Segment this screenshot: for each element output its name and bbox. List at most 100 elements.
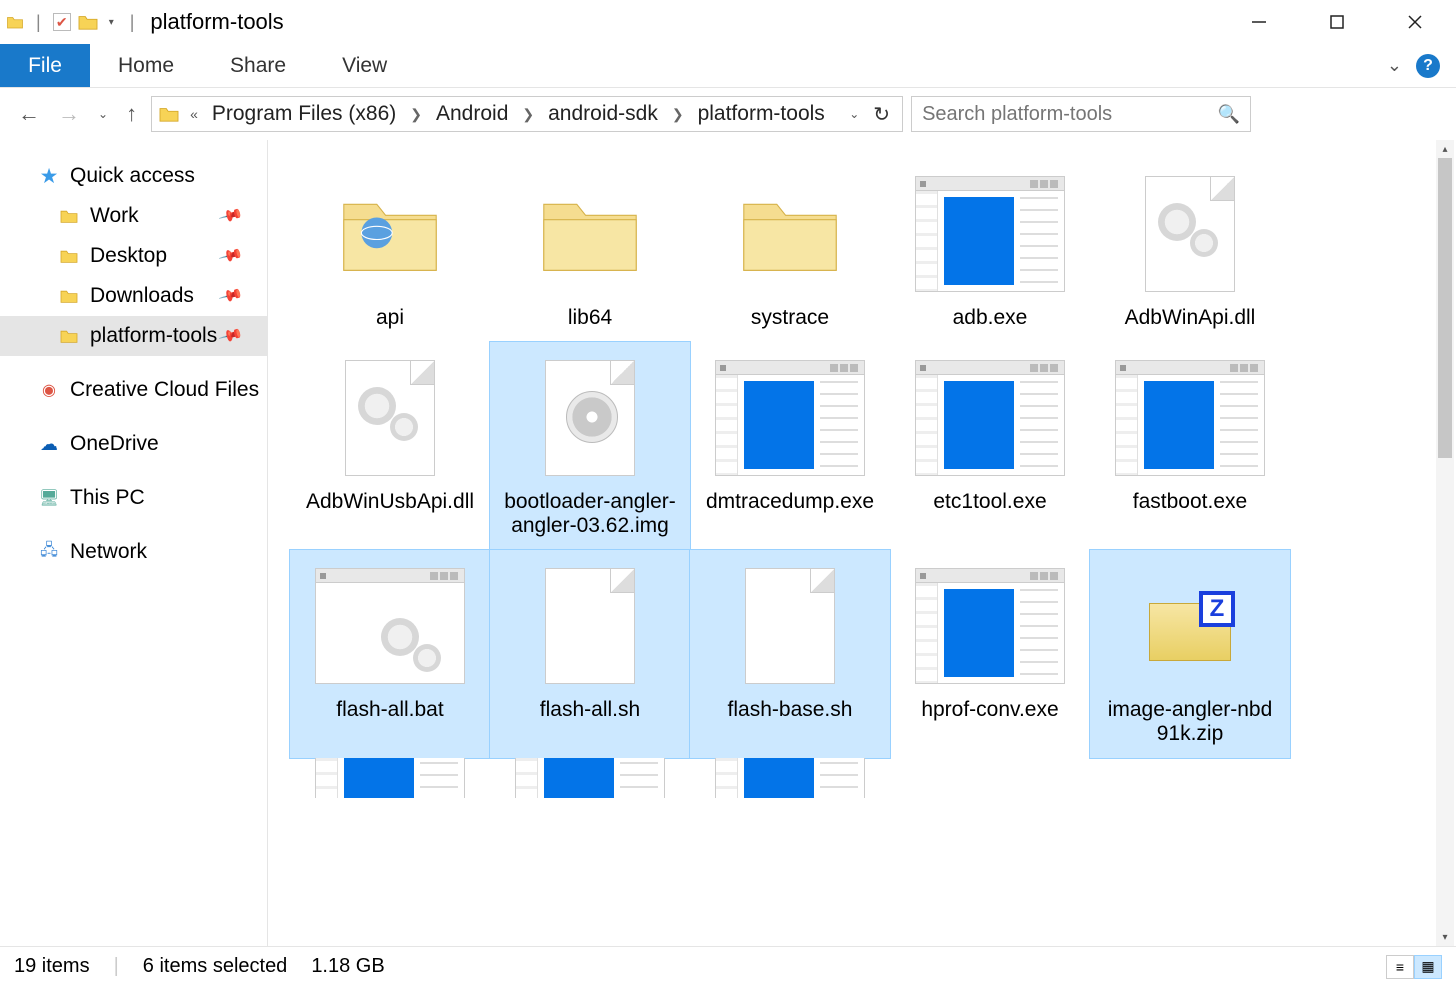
file-icon bbox=[745, 568, 835, 684]
sidebar-item-label: Desktop bbox=[90, 244, 167, 268]
exe-icon bbox=[1115, 360, 1265, 476]
file-item[interactable]: hprof-conv.exe bbox=[890, 550, 1090, 758]
folder-icon bbox=[6, 13, 24, 31]
breadcrumb-segment[interactable]: Program Files (x86) bbox=[208, 102, 400, 126]
ribbon: File Home Share View ⌄ ? bbox=[0, 44, 1456, 88]
chevron-right-icon[interactable]: ❯ bbox=[518, 106, 538, 123]
scrollbar[interactable]: ▴ ▾ bbox=[1436, 140, 1454, 946]
file-tab[interactable]: File bbox=[0, 44, 90, 87]
tab-share[interactable]: Share bbox=[202, 44, 314, 87]
file-item[interactable]: flash-all.sh bbox=[490, 550, 690, 758]
nav-up-button[interactable]: ↑ bbox=[126, 101, 137, 127]
window-controls bbox=[1244, 7, 1450, 37]
qat-properties-icon[interactable]: ✔ bbox=[53, 13, 71, 31]
scroll-thumb[interactable] bbox=[1438, 158, 1452, 458]
chevron-right-icon[interactable]: ❯ bbox=[406, 106, 426, 123]
network-icon: 🖧 bbox=[38, 543, 60, 561]
breadcrumb-overflow[interactable]: « bbox=[186, 106, 202, 122]
quick-access-label: Quick access bbox=[70, 164, 195, 188]
quick-access-header[interactable]: ★ Quick access bbox=[0, 156, 267, 196]
file-icon bbox=[545, 568, 635, 684]
file-label: systrace bbox=[745, 306, 835, 336]
file-item[interactable]: dmtracedump.exe bbox=[690, 342, 890, 550]
dll-icon bbox=[1145, 176, 1235, 292]
folder-icon bbox=[335, 184, 445, 284]
search-icon[interactable]: 🔍 bbox=[1218, 104, 1240, 125]
nav-recent-dropdown[interactable]: ⌄ bbox=[98, 107, 108, 121]
file-item[interactable] bbox=[490, 758, 690, 798]
nav-back-button[interactable]: ← bbox=[18, 101, 40, 127]
breadcrumb-segment[interactable]: platform-tools bbox=[694, 102, 829, 126]
file-label: lib64 bbox=[562, 306, 618, 336]
sidebar-item-onedrive[interactable]: ☁OneDrive bbox=[0, 424, 267, 464]
file-item[interactable]: api bbox=[290, 158, 490, 342]
address-dropdown-icon[interactable]: ⌄ bbox=[849, 107, 859, 121]
pin-icon: 📌 bbox=[217, 282, 244, 309]
status-selected-count: 6 items selected bbox=[143, 955, 288, 978]
qat-dropdown-icon[interactable]: ▾ bbox=[105, 17, 118, 28]
sidebar-item-label: Work bbox=[90, 204, 139, 228]
sidebar-item-label: Downloads bbox=[90, 284, 194, 308]
file-item[interactable]: systrace bbox=[690, 158, 890, 342]
view-large-icons-button[interactable]: ▦ bbox=[1414, 955, 1442, 979]
file-label: etc1tool.exe bbox=[927, 490, 1052, 520]
pin-icon: 📌 bbox=[217, 322, 244, 349]
sidebar-item-work[interactable]: Work📌 bbox=[0, 196, 267, 236]
cc-icon: ◉ bbox=[38, 381, 60, 399]
sidebar-item-this-pc[interactable]: 🖥This PC bbox=[0, 478, 267, 518]
scroll-up-icon[interactable]: ▴ bbox=[1436, 140, 1454, 158]
file-item[interactable]: flash-base.sh bbox=[690, 550, 890, 758]
sidebar-item-platform-tools[interactable]: platform-tools📌 bbox=[0, 316, 267, 356]
qat-separator: | bbox=[36, 12, 41, 33]
tab-home[interactable]: Home bbox=[90, 44, 202, 87]
maximize-button[interactable] bbox=[1322, 7, 1352, 37]
exe-icon bbox=[715, 360, 865, 476]
sidebar-item-desktop[interactable]: Desktop📌 bbox=[0, 236, 267, 276]
window-title: platform-tools bbox=[150, 9, 283, 35]
file-item[interactable]: AdbWinUsbApi.dll bbox=[290, 342, 490, 550]
file-item[interactable]: bootloader-angler-angler-03.62.img bbox=[490, 342, 690, 550]
view-details-button[interactable]: ≡ bbox=[1386, 955, 1414, 979]
ribbon-expand-icon[interactable]: ⌄ bbox=[1387, 55, 1402, 76]
breadcrumb-segment[interactable]: Android bbox=[432, 102, 512, 126]
file-item[interactable]: AdbWinApi.dll bbox=[1090, 158, 1290, 342]
search-box[interactable]: 🔍 bbox=[911, 96, 1251, 132]
exe-icon bbox=[915, 360, 1065, 476]
file-item[interactable]: Zimage-angler-nbd91k.zip bbox=[1090, 550, 1290, 758]
close-button[interactable] bbox=[1400, 7, 1430, 37]
status-bar: 19 items | 6 items selected 1.18 GB ≡ ▦ bbox=[0, 946, 1456, 986]
qat-newfolder-icon[interactable] bbox=[77, 13, 99, 31]
help-button[interactable]: ? bbox=[1416, 54, 1440, 78]
exe-icon bbox=[715, 758, 865, 798]
onedrive-icon: ☁ bbox=[38, 435, 60, 453]
sidebar-item-network[interactable]: 🖧Network bbox=[0, 532, 267, 572]
folder-icon bbox=[58, 207, 80, 225]
chevron-right-icon[interactable]: ❯ bbox=[668, 106, 688, 123]
qat: | ✔ ▾ | bbox=[6, 12, 140, 33]
content-pane: api lib64 systrace adb.exeAdbWinApi.dll AdbW… bbox=[268, 140, 1456, 946]
breadcrumb-segment[interactable]: android-sdk bbox=[544, 102, 662, 126]
scroll-down-icon[interactable]: ▾ bbox=[1436, 928, 1454, 946]
file-item[interactable]: fastboot.exe bbox=[1090, 342, 1290, 550]
minimize-button[interactable] bbox=[1244, 7, 1274, 37]
sidebar-item-label: This PC bbox=[70, 486, 145, 510]
file-item[interactable]: adb.exe bbox=[890, 158, 1090, 342]
file-item[interactable]: etc1tool.exe bbox=[890, 342, 1090, 550]
folder-icon bbox=[535, 184, 645, 284]
tab-view[interactable]: View bbox=[314, 44, 415, 87]
file-item[interactable] bbox=[290, 758, 490, 798]
star-icon: ★ bbox=[38, 167, 60, 185]
status-item-count: 19 items bbox=[14, 955, 90, 978]
folder-icon bbox=[158, 105, 180, 123]
file-item[interactable]: lib64 bbox=[490, 158, 690, 342]
nav-forward-button[interactable]: → bbox=[58, 101, 80, 127]
search-input[interactable] bbox=[922, 103, 1218, 126]
file-item[interactable]: flash-all.bat bbox=[290, 550, 490, 758]
address-bar[interactable]: « Program Files (x86) ❯ Android ❯ androi… bbox=[151, 96, 903, 132]
file-item[interactable] bbox=[690, 758, 890, 798]
sidebar-item-creative-cloud-files[interactable]: ◉Creative Cloud Files bbox=[0, 370, 267, 410]
refresh-button[interactable]: ↻ bbox=[867, 102, 896, 127]
file-grid[interactable]: api lib64 systrace adb.exeAdbWinApi.dll AdbW… bbox=[268, 140, 1456, 798]
sidebar-item-downloads[interactable]: Downloads 📌 bbox=[0, 276, 267, 316]
file-label: api bbox=[370, 306, 410, 336]
